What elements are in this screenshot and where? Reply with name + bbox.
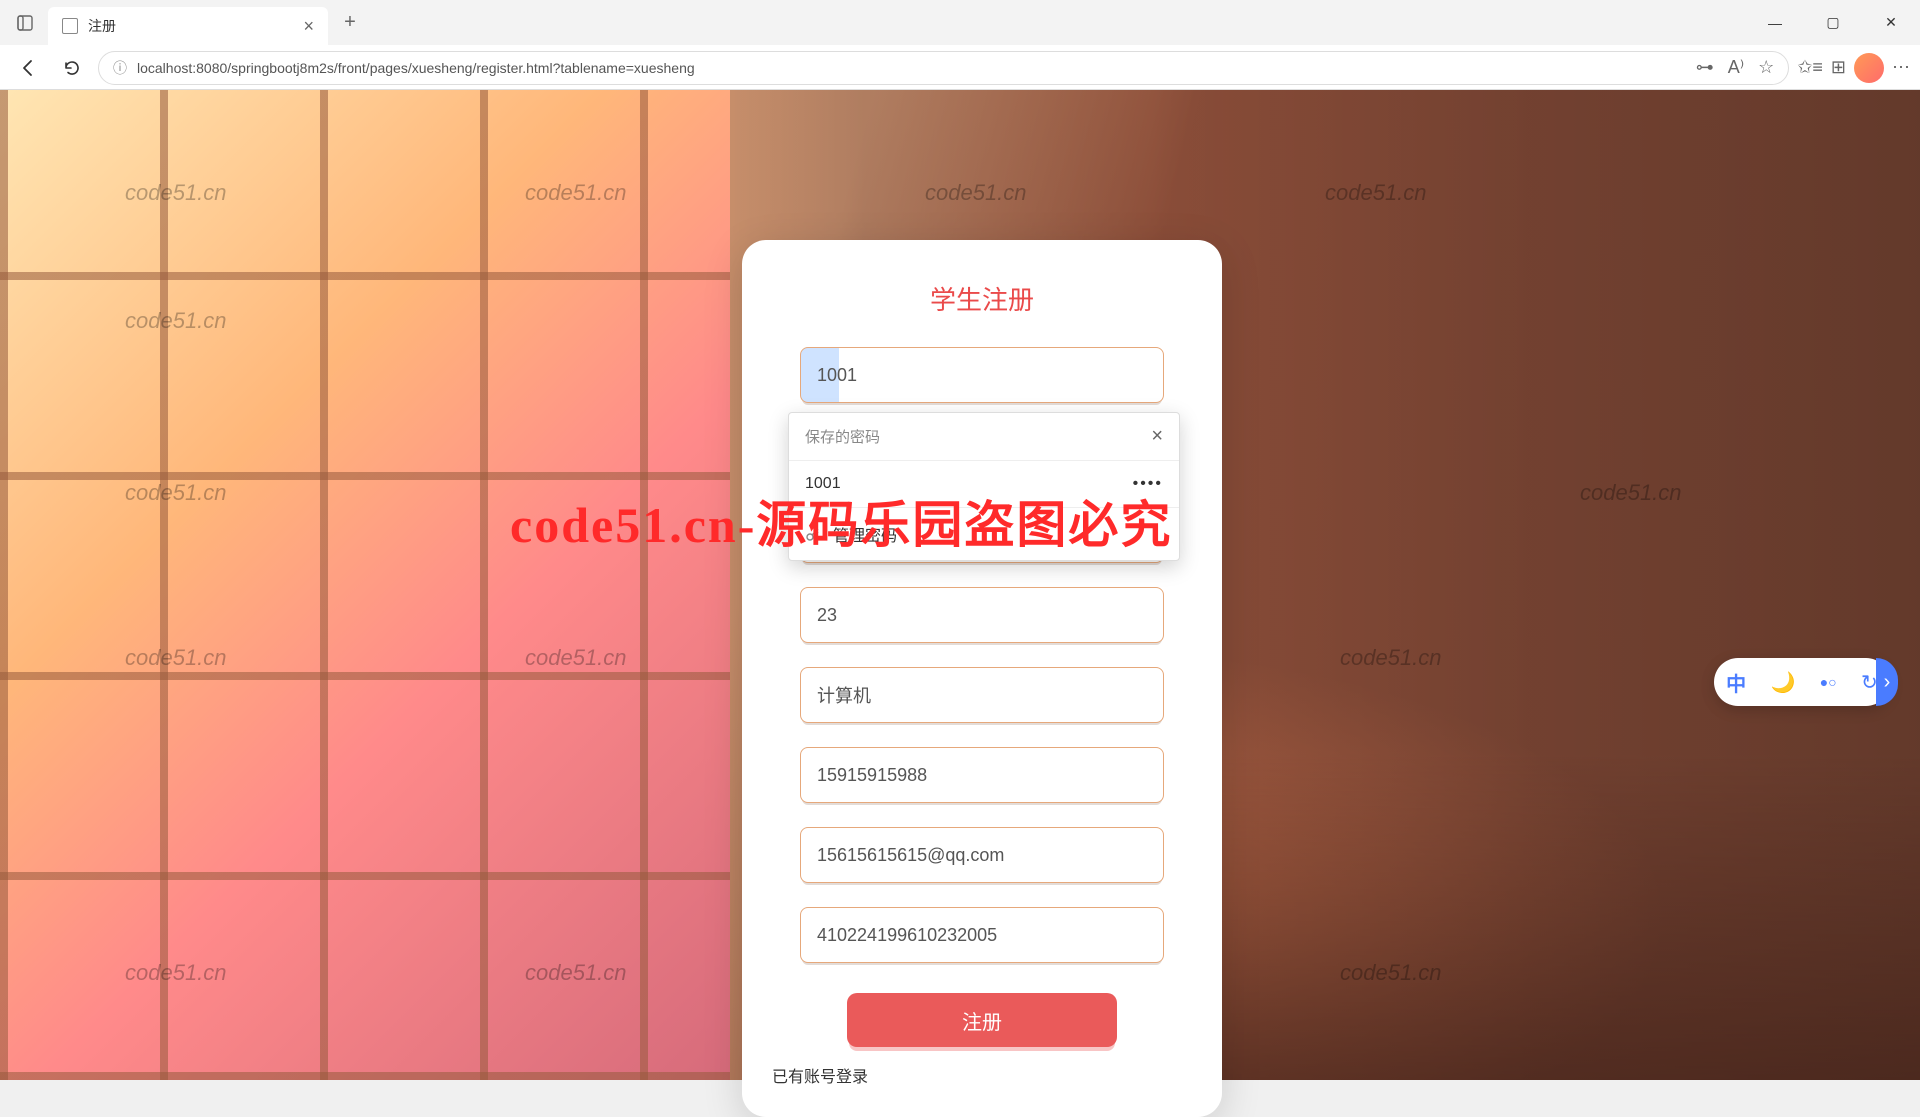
favorites-bar-icon[interactable]: ✩≡	[1797, 57, 1823, 78]
moon-icon[interactable]: 🌙	[1771, 670, 1796, 695]
maximize-button[interactable]: ▢	[1804, 0, 1862, 45]
page-content: code51.cn code51.cn code51.cn code51.cn …	[0, 90, 1920, 1080]
site-info-icon[interactable]: ⓘ	[113, 58, 127, 78]
url-text: localhost:8080/springbootj8m2s/front/pag…	[137, 60, 1686, 76]
age-input[interactable]	[800, 587, 1164, 643]
manage-passwords-row[interactable]: 管理密码	[789, 507, 1179, 560]
card-title: 学生注册	[800, 280, 1164, 317]
student-id-input[interactable]	[800, 347, 1164, 403]
tab-bar: 注册 × + — ▢ ✕	[0, 0, 1920, 45]
saved-username: 1001	[805, 475, 841, 493]
page-icon	[62, 18, 78, 34]
new-tab-button[interactable]: +	[334, 7, 366, 39]
browser-tab[interactable]: 注册 ×	[48, 7, 328, 45]
favorite-icon[interactable]: ☆	[1758, 57, 1774, 78]
saved-password-row[interactable]: 1001 ••••	[789, 460, 1179, 507]
password-popup-title: 保存的密码	[805, 426, 880, 447]
email-input[interactable]	[800, 827, 1164, 883]
collections-icon[interactable]: ⊞	[1831, 57, 1846, 78]
window-controls: — ▢ ✕	[1746, 0, 1920, 45]
tab-actions-icon[interactable]	[10, 8, 40, 38]
manage-passwords-label: 管理密码	[833, 522, 897, 546]
password-key-icon[interactable]: ⊶	[1696, 57, 1714, 78]
register-button[interactable]: 注册	[847, 993, 1117, 1047]
phone-input[interactable]	[800, 747, 1164, 803]
ime-lang-indicator[interactable]: 中	[1726, 668, 1746, 697]
tab-title: 注册	[88, 16, 293, 36]
register-card: 学生注册 注册 已有账号登录	[742, 240, 1222, 1117]
close-window-button[interactable]: ✕	[1862, 0, 1920, 45]
address-bar: ⓘ localhost:8080/springbootj8m2s/front/p…	[0, 45, 1920, 90]
password-manager-popup: 保存的密码 × 1001 •••• 管理密码	[788, 412, 1180, 561]
profile-avatar[interactable]	[1854, 53, 1884, 83]
major-input[interactable]	[800, 667, 1164, 723]
browser-chrome: 注册 × + — ▢ ✕ ⓘ localhost:8080/springboot…	[0, 0, 1920, 90]
minimize-button[interactable]: —	[1746, 0, 1804, 45]
back-button[interactable]	[10, 50, 46, 86]
login-link[interactable]: 已有账号登录	[772, 1063, 868, 1087]
ime-mode-icon[interactable]: ●○	[1820, 674, 1837, 690]
refresh-button[interactable]	[54, 50, 90, 86]
more-menu-icon[interactable]: ⋯	[1892, 57, 1910, 78]
idcard-input[interactable]	[800, 907, 1164, 963]
close-icon[interactable]: ×	[1151, 425, 1163, 448]
saved-password-mask: ••••	[1133, 475, 1163, 493]
key-icon	[805, 526, 821, 542]
read-aloud-icon[interactable]: A⁾	[1728, 57, 1744, 78]
tab-close-icon[interactable]: ×	[303, 16, 314, 37]
ime-toolbar[interactable]: 中 🌙 ●○ ↻ ›	[1714, 658, 1890, 706]
url-box[interactable]: ⓘ localhost:8080/springbootj8m2s/front/p…	[98, 51, 1789, 85]
